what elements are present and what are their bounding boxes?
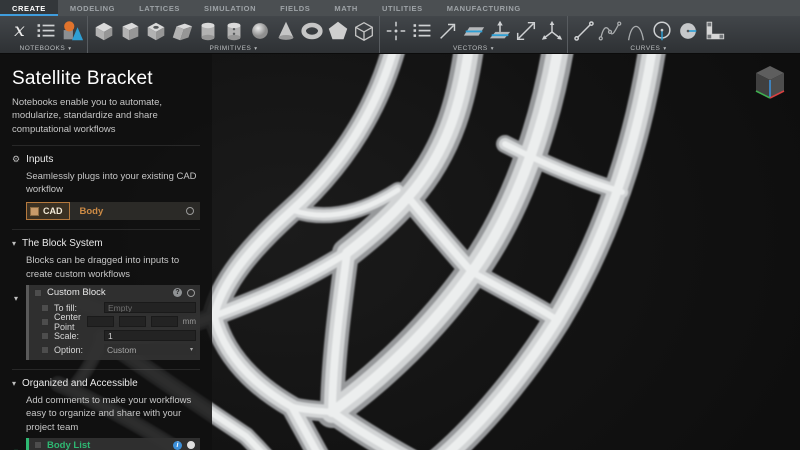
ntop-app-window: CREATE MODELING LATTICES SIMULATION FIEL… <box>0 0 800 450</box>
point-list-icon[interactable] <box>409 18 434 43</box>
checkbox[interactable] <box>34 289 42 297</box>
dropdown-arrow-icon: ▾ <box>491 46 494 52</box>
tab-modeling[interactable]: MODELING <box>58 0 127 16</box>
comment-icon[interactable]: i <box>173 441 182 450</box>
organized-section-header[interactable]: ▾ Organized and Accessible <box>12 378 200 389</box>
torus-icon[interactable] <box>299 18 324 43</box>
toolbar-group-notebooks: x NOTEBOOKS <box>4 16 87 53</box>
toolbar-group-curves: CURVES ▾ <box>567 16 729 53</box>
ribbon-tab-bar: CREATE MODELING LATTICES SIMULATION FIEL… <box>0 0 800 16</box>
tab-lattices[interactable]: LATTICES <box>127 0 192 16</box>
checkbox[interactable] <box>41 304 49 312</box>
ray-icon[interactable] <box>513 18 538 43</box>
block-system-section-header[interactable]: ▾ The Block System <box>12 238 200 249</box>
cad-badge[interactable]: CAD <box>26 202 70 220</box>
line-icon[interactable] <box>571 18 596 43</box>
polyline-icon[interactable] <box>701 18 726 43</box>
center-point-z-input[interactable] <box>151 316 178 327</box>
chevron-down-icon: ▾ <box>190 346 193 353</box>
body-list-header[interactable]: Body List i <box>29 438 200 450</box>
chevron-down-icon: ▾ <box>12 379 16 388</box>
tab-utilities[interactable]: UTILITIES <box>370 0 435 16</box>
ellipse-icon[interactable] <box>675 18 700 43</box>
center-point-y-input[interactable] <box>119 316 146 327</box>
toolbar-group-vectors: VECTORS ▾ <box>379 16 567 53</box>
custom-block: ▾ Custom Block ? To fill: Center Point <box>14 285 200 360</box>
arc-icon[interactable] <box>623 18 648 43</box>
vectors-dropdown[interactable]: VECTORS ▾ <box>383 44 564 53</box>
chevron-down-icon[interactable]: ▾ <box>14 294 18 303</box>
shapes-icon[interactable] <box>59 18 84 43</box>
primitives-dropdown[interactable]: PRIMITIVES ▾ <box>91 44 376 53</box>
to-fill-input[interactable] <box>104 302 196 313</box>
notebook-list-icon[interactable] <box>33 18 58 43</box>
spline-icon[interactable] <box>597 18 622 43</box>
option-dropdown[interactable]: Custom ▾ <box>104 344 196 355</box>
block-icon[interactable] <box>117 18 142 43</box>
tab-manufacturing[interactable]: MANUFACTURING <box>435 0 533 16</box>
status-circle-icon[interactable] <box>187 289 195 297</box>
variable-x-icon[interactable]: x <box>7 18 32 43</box>
cone-icon[interactable] <box>273 18 298 43</box>
tube-icon[interactable] <box>221 18 246 43</box>
divider <box>12 369 200 370</box>
curves-dropdown[interactable]: CURVES ▾ <box>571 44 726 53</box>
ribbon-toolbar: x NOTEBOOKS <box>0 16 800 54</box>
scale-row: Scale: <box>41 329 196 342</box>
sphere-icon[interactable] <box>247 18 272 43</box>
checkbox[interactable] <box>41 332 49 340</box>
cylinder-icon[interactable] <box>195 18 220 43</box>
inputs-section-header: ⚙ Inputs <box>12 154 200 165</box>
unit-label: mm <box>183 317 196 326</box>
cad-swatch-icon <box>30 207 39 216</box>
center-point-x-input[interactable] <box>87 316 114 327</box>
notebook-panel: Satellite Bracket Notebooks enable you t… <box>0 54 212 450</box>
plane-normal-icon[interactable] <box>487 18 512 43</box>
inputs-description: Seamlessly plugs into your existing CAD … <box>26 170 200 197</box>
box-icon[interactable] <box>91 18 116 43</box>
block-system-description: Blocks can be dragged into inputs to cre… <box>26 254 200 281</box>
plane-icon[interactable] <box>461 18 486 43</box>
checkbox[interactable] <box>41 318 49 326</box>
divider <box>12 229 200 230</box>
center-point-row: Center Point mm <box>41 315 196 328</box>
custom-block-header[interactable]: Custom Block ? <box>29 285 200 300</box>
gear-icon: ⚙ <box>12 154 20 165</box>
polygon-icon[interactable] <box>325 18 350 43</box>
toolbar-group-primitives: PRIMITIVES ▾ <box>87 16 379 53</box>
cad-input-value: Body <box>80 206 187 217</box>
skewed-box-icon[interactable] <box>169 18 194 43</box>
organized-description: Add comments to make your workflows easy… <box>26 394 200 434</box>
tab-simulation[interactable]: SIMULATION <box>192 0 268 16</box>
checkbox[interactable] <box>41 346 49 354</box>
notebook-title: Satellite Bracket <box>12 68 200 90</box>
status-circle-icon[interactable] <box>187 441 195 449</box>
box-hole-icon[interactable] <box>143 18 168 43</box>
cad-input-row[interactable]: CAD Body <box>26 202 200 220</box>
wireframe-box-icon[interactable] <box>351 18 376 43</box>
checkbox[interactable] <box>34 441 42 449</box>
vector-icon[interactable] <box>435 18 460 43</box>
tab-math[interactable]: MATH <box>322 0 370 16</box>
dropdown-arrow-icon: ▾ <box>663 46 666 52</box>
help-icon[interactable]: ? <box>173 288 182 297</box>
point-icon[interactable] <box>383 18 408 43</box>
frame-icon[interactable] <box>539 18 564 43</box>
dropdown-arrow-icon: ▾ <box>254 46 257 52</box>
dropdown-arrow-icon: ▾ <box>68 46 71 52</box>
circle-icon[interactable] <box>649 18 674 43</box>
view-cube[interactable] <box>752 62 788 108</box>
option-row: Option: Custom ▾ <box>41 343 196 356</box>
notebooks-dropdown[interactable]: NOTEBOOKS ▾ <box>7 44 84 53</box>
tab-create[interactable]: CREATE <box>0 0 58 16</box>
body-list-block: ▾ Body List i Body 1: Variable <box>14 438 200 450</box>
status-circle-icon[interactable] <box>186 207 194 215</box>
scale-input[interactable] <box>104 330 196 341</box>
divider <box>12 145 200 146</box>
notebook-intro: Notebooks enable you to automate, modula… <box>12 96 200 136</box>
tab-fields[interactable]: FIELDS <box>268 0 322 16</box>
chevron-down-icon: ▾ <box>12 239 16 248</box>
